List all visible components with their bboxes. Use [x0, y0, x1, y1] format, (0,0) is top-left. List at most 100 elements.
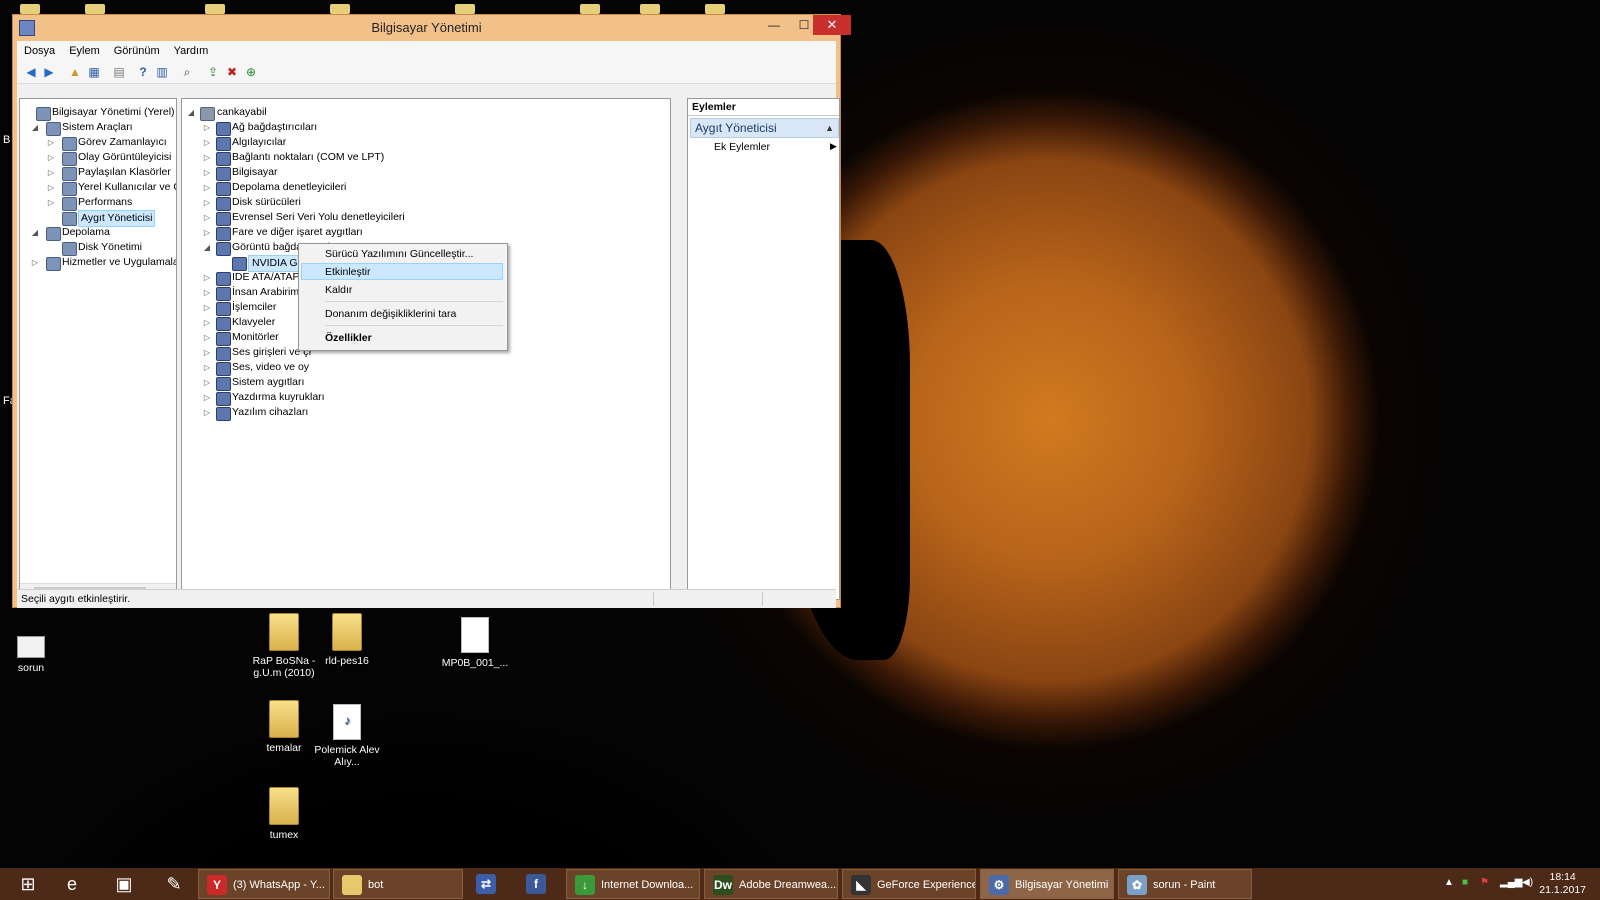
expand-icon[interactable]: ▷ [30, 255, 40, 270]
tree-item[interactable]: ▷ Görev Zamanlayıcı [20, 135, 176, 151]
more-actions-item[interactable]: Ek Eylemler [714, 141, 770, 153]
store-icon[interactable]: ▣ [104, 869, 144, 899]
desktop-icon-sorun[interactable]: sorun [0, 628, 66, 674]
tree-item[interactable]: ▷ Hizmetler ve Uygulamalar [20, 255, 176, 271]
taskbar-button[interactable]: f [518, 869, 564, 899]
uninstall-icon[interactable]: ✖ [224, 64, 240, 80]
desktop-icon-polemick[interactable]: ♪ Polemick Alev Alıy... [312, 704, 382, 768]
desktop-icon-partial[interactable] [205, 4, 225, 14]
desktop-icon-partial[interactable] [640, 4, 660, 14]
expand-icon[interactable]: ▷ [202, 345, 212, 360]
minimize-button[interactable]: — [759, 15, 789, 35]
tree-item[interactable]: ▷ Olay Görüntüleyicisi [20, 150, 176, 166]
desktop-icon-rap-bosna[interactable]: RaP BoSNa - g.U.m (2010) [249, 613, 319, 679]
tree-item[interactable]: ▷ Yerel Kullanıcılar ve Gru [20, 180, 176, 196]
help-icon[interactable]: ? [135, 64, 151, 80]
update-driver-icon[interactable]: ⇪ [205, 64, 221, 80]
expand-icon[interactable]: ▷ [202, 285, 212, 300]
tray-app-icon[interactable]: ■ [1462, 877, 1468, 888]
device-category[interactable]: ▷ Depolama denetleyicileri [182, 180, 662, 196]
tree-item[interactable]: Bilgisayar Yönetimi (Yerel) [20, 105, 176, 121]
collapse-up-icon[interactable]: ▲ [825, 119, 834, 137]
menu-dosya[interactable]: Dosya [17, 41, 62, 61]
device-category[interactable]: ▷ Yazdırma kuyrukları [182, 390, 662, 406]
show-hide-action-pane-icon[interactable]: ▥ [154, 64, 170, 80]
uninstall-menu-item[interactable]: Kaldır [325, 284, 352, 296]
device-category[interactable]: ▷ Bağlantı noktaları (COM ve LPT) [182, 150, 662, 166]
device-tree-root[interactable]: ◢ cankayabil [182, 105, 662, 121]
taskbar-button[interactable]: ✿ sorun - Paint [1118, 869, 1252, 899]
menu-yardim[interactable]: Yardım [167, 41, 216, 61]
menu-eylem[interactable]: Eylem [62, 41, 107, 61]
desktop-icon-partial[interactable] [330, 4, 350, 14]
tree-item[interactable]: Aygıt Yöneticisi [20, 210, 176, 227]
tree-item[interactable]: ▷ Paylaşılan Klasörler [20, 165, 176, 181]
device-category[interactable]: ▷ Yazılım cihazları [182, 405, 662, 421]
collapse-icon[interactable]: ◢ [30, 120, 40, 135]
notepad-icon[interactable]: ✎ [154, 869, 194, 899]
desktop-icon-partial[interactable] [580, 4, 600, 14]
window-titlebar[interactable]: Bilgisayar Yönetimi — ☐ ✕ [13, 15, 851, 41]
desktop-icon-partial[interactable] [85, 4, 105, 14]
expand-icon[interactable]: ▷ [202, 120, 212, 135]
expand-icon[interactable]: ▷ [202, 330, 212, 345]
expand-icon[interactable]: ▷ [202, 375, 212, 390]
properties-icon[interactable]: ▤ [111, 64, 127, 80]
start-button[interactable]: ⊞ [8, 869, 48, 899]
taskbar-button[interactable]: ↓ Internet Downloa... [566, 869, 700, 899]
collapse-icon[interactable]: ◢ [30, 225, 40, 240]
desktop-icon-partial[interactable] [20, 4, 40, 14]
expand-icon[interactable]: ▷ [46, 150, 56, 165]
taskbar-button[interactable]: ⚙ Bilgisayar Yönetimi [980, 869, 1114, 899]
forward-arrow-icon[interactable]: ▶ [41, 64, 57, 80]
device-category[interactable]: ▷ Algılayıcılar [182, 135, 662, 151]
device-category[interactable]: ▷ Bilgisayar [182, 165, 662, 181]
device-category[interactable]: ▷ Fare ve diğer işaret aygıtları [182, 225, 662, 241]
expand-icon[interactable]: ▷ [202, 195, 212, 210]
enable-device-icon[interactable]: ⊕ [243, 64, 259, 80]
desktop-icon-partial[interactable] [455, 4, 475, 14]
expand-icon[interactable]: ▷ [202, 360, 212, 375]
expand-icon[interactable]: ▷ [202, 225, 212, 240]
collapse-icon[interactable]: ◢ [186, 105, 196, 120]
expand-icon[interactable]: ▷ [202, 150, 212, 165]
scan-hardware-icon[interactable]: ⌕ [179, 64, 195, 80]
update-driver-menu-item[interactable]: Sürücü Yazılımını Güncelleştir... [325, 248, 473, 260]
taskbar-button[interactable]: bot [333, 869, 463, 899]
device-category[interactable]: ▷ Ağ bağdaştırıcıları [182, 120, 662, 136]
device-category[interactable]: ▷ Disk sürücüleri [182, 195, 662, 211]
console-tree[interactable]: Bilgisayar Yönetimi (Yerel) ◢ Sistem Araçl… [19, 98, 177, 600]
expand-icon[interactable]: ▷ [202, 270, 212, 285]
desktop-icon-mp0b[interactable]: MP0B_001_... [440, 617, 510, 669]
collapse-icon[interactable]: ◢ [202, 240, 212, 255]
taskbar-button[interactable]: ◣ GeForce Experience [842, 869, 976, 899]
network-signal-icon[interactable]: ▂▄▆ [1500, 877, 1522, 888]
action-center-flag-icon[interactable]: ⚑ [1480, 877, 1489, 888]
taskbar-button[interactable]: Y (3) WhatsApp - Y... [198, 869, 330, 899]
tree-item[interactable]: ◢ Depolama [20, 225, 176, 241]
desktop-icon-rld-pes16[interactable]: rld-pes16 [312, 613, 382, 667]
taskbar-button[interactable]: Dw Adobe Dreamwea... [704, 869, 838, 899]
expand-icon[interactable]: ▷ [202, 165, 212, 180]
expand-icon[interactable]: ▷ [46, 180, 56, 195]
desktop-icon-partial[interactable] [705, 4, 725, 14]
expand-icon[interactable]: ▷ [202, 135, 212, 150]
expand-icon[interactable]: ▷ [46, 195, 56, 210]
device-category[interactable]: ▷ Sistem aygıtları [182, 375, 662, 391]
tree-item[interactable]: Disk Yönetimi [20, 240, 176, 256]
expand-icon[interactable]: ▷ [202, 210, 212, 225]
show-hidden-icons-icon[interactable]: ▲ [1444, 877, 1454, 888]
up-folder-icon[interactable]: ▲ [67, 64, 83, 80]
tree-item[interactable]: ▷ Performans [20, 195, 176, 211]
actions-section-device-manager[interactable]: Aygıt Yöneticisi ▲ [690, 118, 839, 138]
menu-gorunum[interactable]: Görünüm [107, 41, 167, 61]
close-button[interactable]: ✕ [813, 15, 851, 35]
expand-icon[interactable]: ▷ [202, 300, 212, 315]
expand-icon[interactable]: ▷ [202, 180, 212, 195]
scan-hardware-menu-item[interactable]: Donanım değişikliklerini tara [325, 308, 456, 320]
device-category[interactable]: ▷ Ses, video ve oy [182, 360, 662, 376]
internet-explorer-icon[interactable]: e [52, 869, 92, 899]
desktop-icon-tumex[interactable]: tumex [249, 787, 319, 841]
volume-icon[interactable]: ◀) [1522, 877, 1533, 888]
expand-icon[interactable]: ▷ [46, 165, 56, 180]
